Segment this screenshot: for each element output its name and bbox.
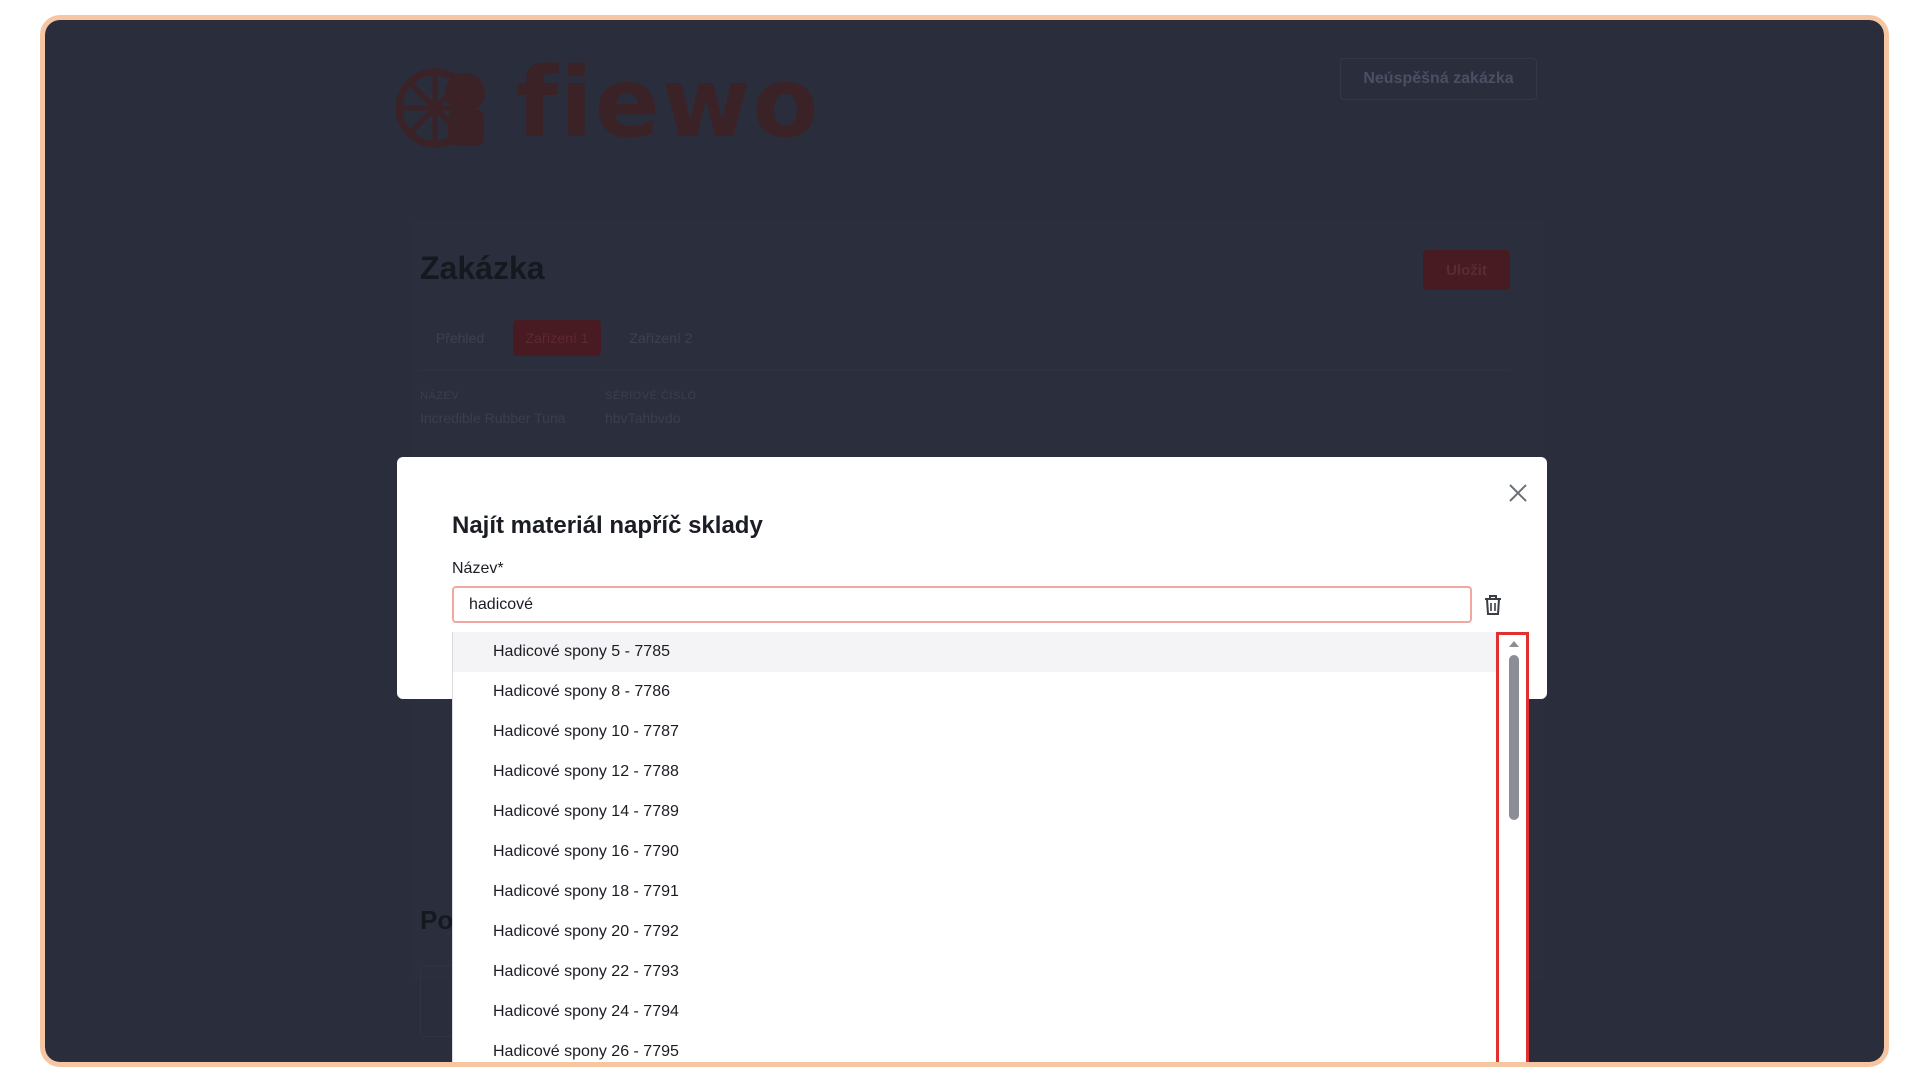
dropdown-option[interactable]: Hadicové spony 8 - 7786 xyxy=(453,672,1529,712)
dropdown-option[interactable]: Hadicové spony 14 - 7789 xyxy=(453,792,1529,832)
save-button[interactable]: Uložit xyxy=(1423,250,1510,290)
tab-overview[interactable]: Přehled xyxy=(420,320,500,356)
dropdown-option[interactable]: Hadicové spony 10 - 7787 xyxy=(453,712,1529,752)
scroll-up-arrow-icon[interactable] xyxy=(1509,641,1519,647)
dropdown-option[interactable]: Hadicové spony 26 - 7795 xyxy=(453,1032,1529,1062)
dropdown-option[interactable]: Hadicové spony 12 - 7788 xyxy=(453,752,1529,792)
page-title: Zakázka xyxy=(420,250,545,286)
divider xyxy=(420,370,1510,371)
dropdown-option[interactable]: Hadicové spony 18 - 7791 xyxy=(453,872,1529,912)
meta-label-serial: SÉRIOVÉ ČÍSLO xyxy=(605,390,697,402)
fiewo-logo: fiewo xyxy=(390,55,820,151)
dropdown-option[interactable]: Hadicové spony 22 - 7793 xyxy=(453,952,1529,992)
dropdown-scrollbar[interactable] xyxy=(1496,632,1529,1062)
modal-title: Najít materiál napříč sklady xyxy=(452,512,763,539)
close-icon[interactable] xyxy=(1502,477,1534,509)
logo-wheel-icon xyxy=(395,68,485,148)
material-dropdown-list: Hadicové spony 5 - 7785 Hadicové spony 8 … xyxy=(452,632,1529,1062)
section-heading: Po xyxy=(420,905,454,935)
meta-value-serial: hbvTahbvdo xyxy=(605,410,681,426)
dropdown-option[interactable]: Hadicové spony 20 - 7792 xyxy=(453,912,1529,952)
failed-order-button[interactable]: Neúspěšná zakázka xyxy=(1340,58,1537,100)
dropdown-option[interactable]: Hadicové spony 16 - 7790 xyxy=(453,832,1529,872)
screenshot-frame: fiewo Neúspěšná zakázka Zakázka Uložit P… xyxy=(40,15,1889,1067)
tab-device-1[interactable]: Zařízení 1 xyxy=(513,320,601,356)
scrollbar-thumb[interactable] xyxy=(1509,655,1519,820)
dropdown-items: Hadicové spony 5 - 7785 Hadicové spony 8 … xyxy=(453,632,1529,1062)
app-screen: fiewo Neúspěšná zakázka Zakázka Uložit P… xyxy=(45,20,1884,1062)
material-search-input[interactable] xyxy=(452,586,1472,623)
meta-value-name: Incredible Rubber Tuna xyxy=(420,410,566,426)
trash-icon[interactable] xyxy=(1480,592,1506,618)
dropdown-option[interactable]: Hadicové spony 24 - 7794 xyxy=(453,992,1529,1032)
tab-device-2[interactable]: Zařízení 2 xyxy=(611,320,711,356)
name-field-label: Název* xyxy=(452,560,504,577)
logo-text: fiewo xyxy=(516,47,821,159)
meta-label-name: NÁZEV xyxy=(420,390,460,402)
dropdown-option[interactable]: Hadicové spony 5 - 7785 xyxy=(453,632,1529,672)
